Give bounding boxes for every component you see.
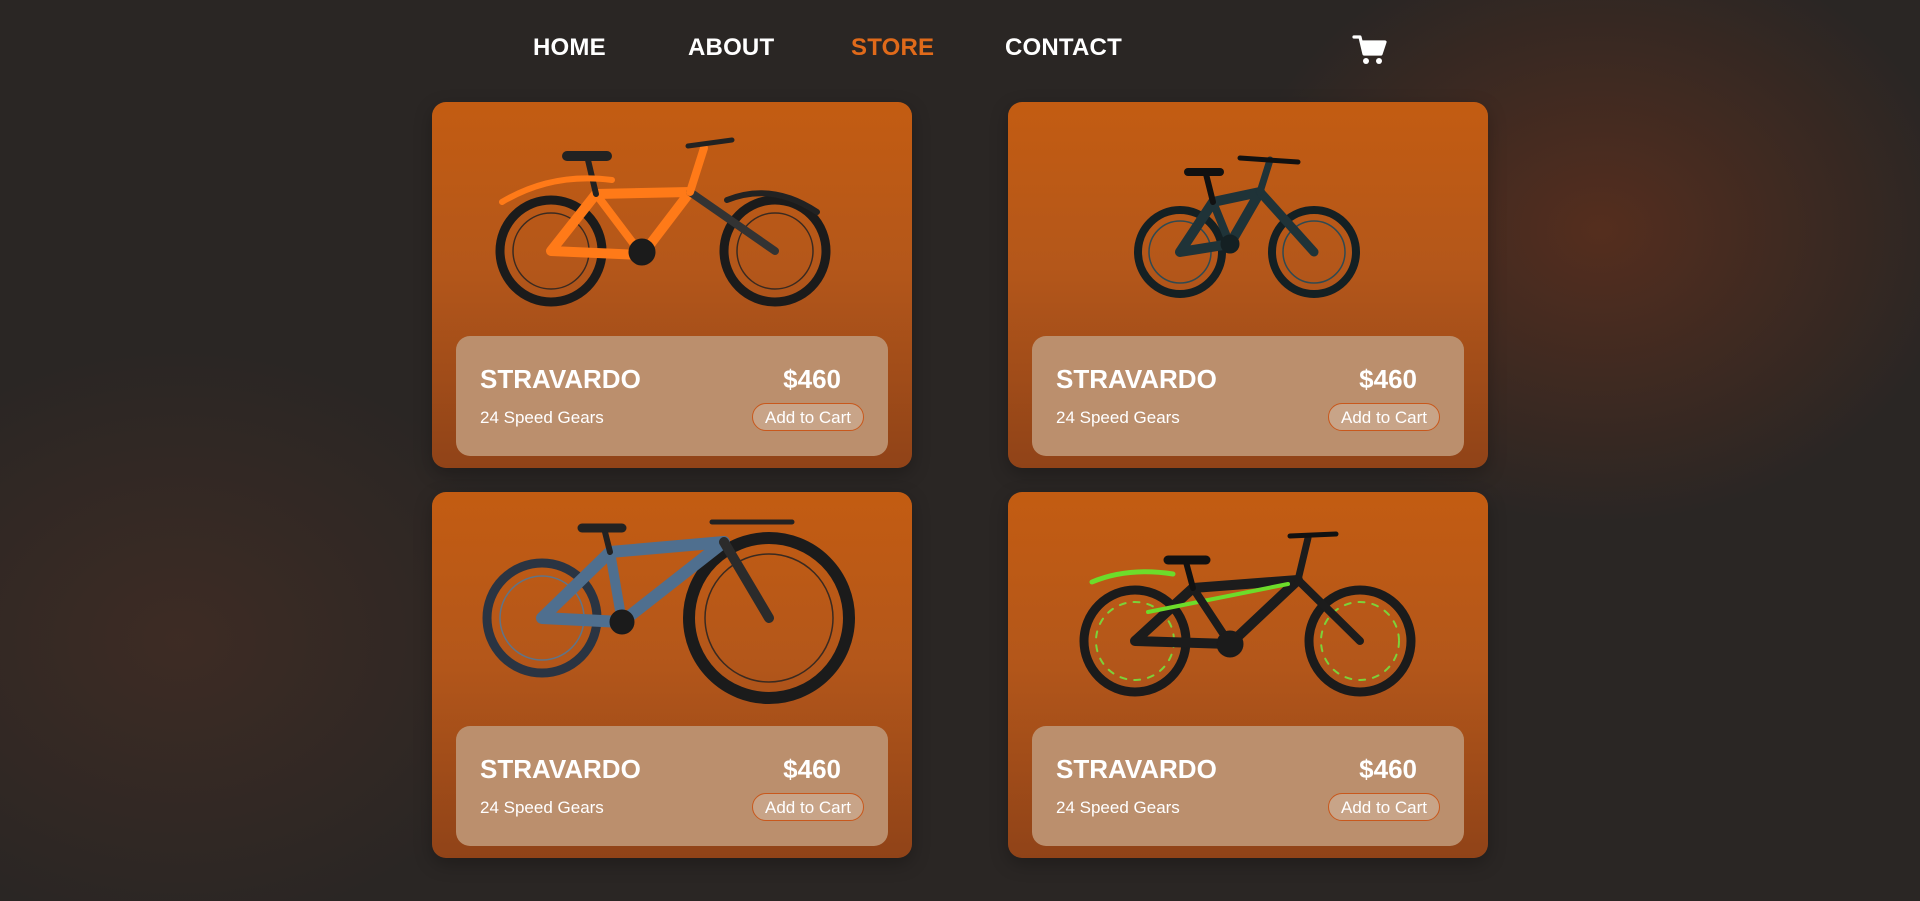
product-description: 24 Speed Gears [1056,408,1180,427]
product-card: STRAVARDO 24 Speed Gears $460 Add to Car… [1008,492,1488,858]
product-description: 24 Speed Gears [480,798,604,817]
product-price: $460 [783,364,841,394]
nav-store-link[interactable]: STORE [851,34,934,62]
product-price: $460 [1359,364,1417,394]
product-name: STRAVARDO [1056,754,1217,784]
add-to-cart-button[interactable]: Add to Cart [1328,403,1440,431]
blue-full-suspension-bike-image [482,519,855,704]
product-info-panel: STRAVARDO 24 Speed Gears $460 Add to Car… [1032,726,1464,846]
product-description: 24 Speed Gears [1056,798,1180,817]
nav-contact-link[interactable]: CONTACT [1005,34,1122,62]
dark-full-suspension-bike-image [1134,155,1360,298]
orange-mountain-bike-image [495,137,831,307]
add-to-cart-button[interactable]: Add to Cart [752,793,864,821]
product-card: STRAVARDO 24 Speed Gears $460 Add to Car… [432,492,912,858]
shopping-cart-icon[interactable] [1352,32,1388,68]
product-name: STRAVARDO [480,754,641,784]
add-to-cart-button[interactable]: Add to Cart [752,403,864,431]
main-nav: HOME ABOUT STORE CONTACT [0,34,1920,70]
product-info-panel: STRAVARDO 24 Speed Gears $460 Add to Car… [1032,336,1464,456]
nav-home-link[interactable]: HOME [533,34,606,62]
product-info-panel: STRAVARDO 24 Speed Gears $460 Add to Car… [456,336,888,456]
nav-about-link[interactable]: ABOUT [688,34,774,62]
product-price: $460 [1359,754,1417,784]
add-to-cart-button[interactable]: Add to Cart [1328,793,1440,821]
product-name: STRAVARDO [1056,364,1217,394]
product-price: $460 [783,754,841,784]
product-card: STRAVARDO 24 Speed Gears $460 Add to Car… [432,102,912,468]
product-info-panel: STRAVARDO 24 Speed Gears $460 Add to Car… [456,726,888,846]
product-card: STRAVARDO 24 Speed Gears $460 Add to Car… [1008,102,1488,468]
black-green-mountain-bike-image [1079,531,1416,697]
product-name: STRAVARDO [480,364,641,394]
product-description: 24 Speed Gears [480,408,604,427]
